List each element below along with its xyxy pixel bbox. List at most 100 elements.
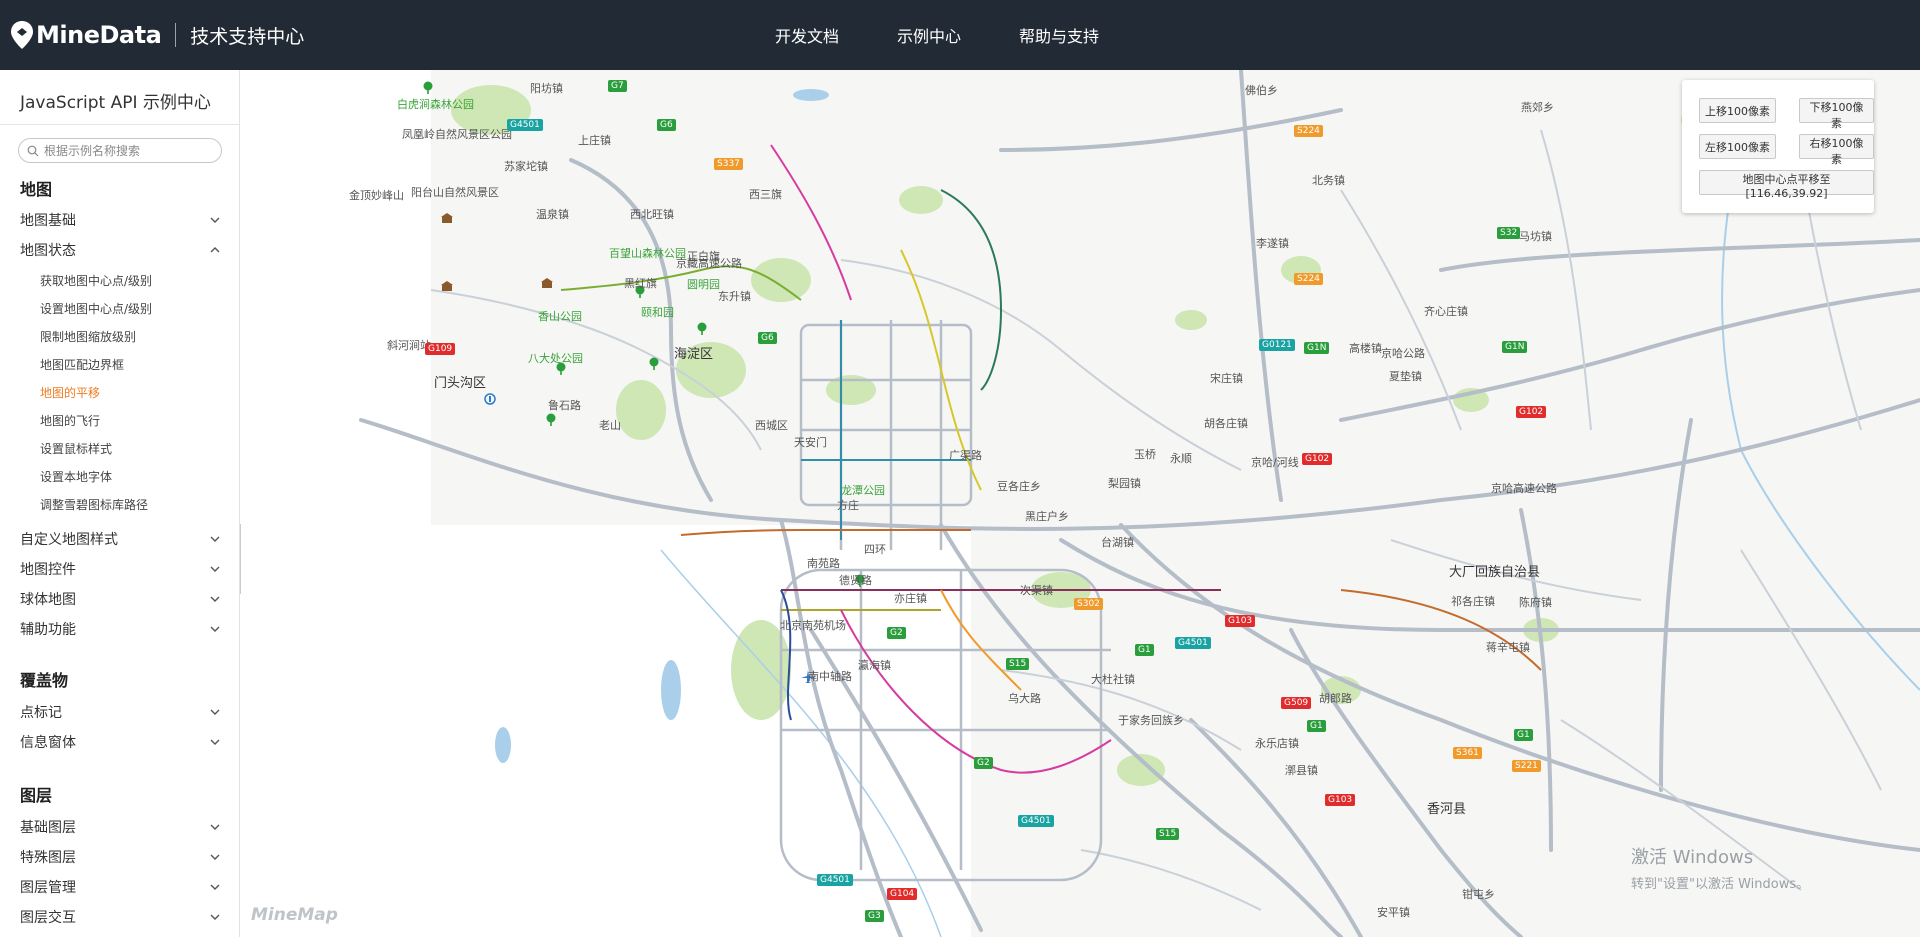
section-title-overlays: 覆盖物 bbox=[20, 671, 69, 690]
example-limit-zoom[interactable]: 限制地图缩放级别 bbox=[40, 328, 136, 345]
map-place-label: 香山公园 bbox=[538, 310, 582, 323]
nav-help[interactable]: 帮助与支持 bbox=[1019, 23, 1099, 47]
category-label: 基础图层 bbox=[20, 820, 76, 836]
category-helpers[interactable]: 辅助功能 bbox=[20, 619, 220, 639]
map-place-label: 海淀区 bbox=[674, 347, 714, 362]
map-place-label: 李遂镇 bbox=[1256, 237, 1289, 250]
road-shield: G0121 bbox=[1259, 339, 1295, 351]
map-place-label: 四环 bbox=[864, 543, 886, 556]
map-place-label: 台湖镇 bbox=[1101, 536, 1134, 549]
pan-left-button[interactable]: 左移100像素 bbox=[1699, 134, 1776, 159]
map-place-label: 漷县镇 bbox=[1285, 764, 1318, 777]
example-cursor-style[interactable]: 设置鼠标样式 bbox=[40, 440, 112, 457]
pan-control-panel: 上移100像素 下移100像素 左移100像素 右移100像素 地图中心点平移至… bbox=[1682, 80, 1874, 213]
map-place-label: 胡各庄镇 bbox=[1204, 417, 1248, 430]
example-local-font[interactable]: 设置本地字体 bbox=[40, 468, 112, 485]
logo[interactable]: MineData 技术支持中心 bbox=[10, 18, 304, 52]
map-place-label: 亦庄镇 bbox=[894, 592, 927, 605]
example-fly[interactable]: 地图的飞行 bbox=[40, 412, 100, 429]
section-title-layers: 图层 bbox=[20, 786, 53, 805]
chevron-up-icon bbox=[210, 247, 220, 253]
category-markers[interactable]: 点标记 bbox=[20, 702, 220, 722]
map-place-label: 百望山森林公园 bbox=[609, 247, 686, 260]
road-shield: G4501 bbox=[817, 874, 853, 886]
road-shield: G6 bbox=[657, 119, 676, 131]
map-place-label: 蒋辛屯镇 bbox=[1486, 641, 1530, 654]
park-icon bbox=[649, 357, 659, 370]
category-label: 特殊图层 bbox=[20, 850, 76, 866]
map-place-label: 西三旗 bbox=[749, 188, 782, 201]
example-sprite-path[interactable]: 调整雪碧图标库路径 bbox=[40, 496, 148, 513]
chevron-down-icon bbox=[210, 566, 220, 572]
map-place-label: 永乐店镇 bbox=[1255, 737, 1299, 750]
pan-right-button[interactable]: 右移100像素 bbox=[1799, 134, 1874, 166]
example-fit-bounds[interactable]: 地图匹配边界框 bbox=[40, 356, 124, 373]
pan-up-button[interactable]: 上移100像素 bbox=[1699, 98, 1776, 123]
map-place-label: 天安门 bbox=[794, 436, 827, 449]
nav-dev-docs[interactable]: 开发文档 bbox=[775, 23, 839, 47]
chevron-down-icon bbox=[210, 709, 220, 715]
map-place-label: 方庄 bbox=[837, 499, 859, 512]
search-input[interactable] bbox=[44, 143, 214, 158]
example-pan-active[interactable]: 地图的平移 bbox=[40, 384, 100, 401]
category-base-layers[interactable]: 基础图层 bbox=[20, 817, 220, 837]
site-subtitle: 技术支持中心 bbox=[190, 25, 305, 48]
road-shield: G509 bbox=[1281, 697, 1312, 709]
map-place-label: 豆各庄乡 bbox=[997, 480, 1041, 493]
map-place-label: 夏垫镇 bbox=[1389, 370, 1422, 383]
map-place-label: 京哈高速公路 bbox=[1491, 482, 1557, 495]
map-place-label: 圆明园 bbox=[687, 278, 720, 291]
map-place-label: 门头沟区 bbox=[434, 376, 487, 391]
category-info-window[interactable]: 信息窗体 bbox=[20, 732, 220, 752]
railway-station-icon bbox=[484, 393, 496, 405]
category-map-basics[interactable]: 地图基础 bbox=[20, 210, 220, 230]
map-place-label: 凤凰岭自然风景区公园 bbox=[402, 128, 512, 141]
map-place-label: 苏家坨镇 bbox=[504, 160, 548, 173]
pan-to-center-button[interactable]: 地图中心点平移至[116.46,39.92] bbox=[1699, 170, 1874, 200]
category-layer-interaction[interactable]: 图层交互 bbox=[20, 907, 220, 927]
map-place-label: 南苑路 bbox=[807, 557, 840, 570]
map-place-label: 梨园镇 bbox=[1108, 477, 1141, 490]
search-icon bbox=[27, 145, 39, 156]
landmark-icon bbox=[541, 278, 553, 288]
section-title-map: 地图 bbox=[20, 180, 53, 199]
category-globe-map[interactable]: 球体地图 bbox=[20, 589, 220, 609]
map-canvas[interactable]: 白虎涧森林公园 阳坊镇 凤凰岭自然风景区公园 上庄镇 苏家坨镇 金顶妙峰山 阳台… bbox=[241, 70, 1920, 937]
park-icon bbox=[423, 81, 433, 94]
example-set-center[interactable]: 设置地图中心点/级别 bbox=[40, 300, 152, 317]
category-label: 图层交互 bbox=[20, 910, 76, 926]
nav-examples[interactable]: 示例中心 bbox=[897, 23, 961, 47]
road-shield: G6 bbox=[758, 332, 777, 344]
map-place-label: 燕郊乡 bbox=[1521, 101, 1554, 114]
map-place-label: 北务镇 bbox=[1312, 174, 1345, 187]
category-special-layers[interactable]: 特殊图层 bbox=[20, 847, 220, 867]
category-custom-style[interactable]: 自定义地图样式 bbox=[20, 529, 220, 549]
map-place-label: 八大处公园 bbox=[528, 352, 583, 365]
map-place-label: 大杜社镇 bbox=[1091, 673, 1135, 686]
minemap-watermark: MineMap bbox=[251, 905, 338, 925]
category-map-state[interactable]: 地图状态 bbox=[20, 240, 220, 260]
example-get-center[interactable]: 获取地图中心点/级别 bbox=[40, 272, 152, 289]
sidebar-divider bbox=[0, 124, 239, 125]
windows-activation-watermark: 激活 Windows 转到"设置"以激活 Windows。 bbox=[1631, 843, 1809, 892]
search-box[interactable] bbox=[18, 138, 222, 163]
map-place-label: 上庄镇 bbox=[578, 134, 611, 147]
map-place-label: 胡郎路 bbox=[1319, 692, 1352, 705]
map-place-label: 京哈公路 bbox=[1381, 347, 1425, 360]
pan-down-button[interactable]: 下移100像素 bbox=[1799, 98, 1874, 130]
map-place-label: 龙潭公园 bbox=[841, 484, 885, 497]
map-place-label: 祁各庄镇 bbox=[1451, 595, 1495, 608]
windows-activation-line2: 转到"设置"以激活 Windows。 bbox=[1631, 877, 1810, 892]
map-place-label: 白虎涧森林公园 bbox=[397, 98, 474, 111]
road-shield: S302 bbox=[1074, 598, 1103, 610]
category-layer-management[interactable]: 图层管理 bbox=[20, 877, 220, 897]
logo-pin-icon bbox=[11, 21, 33, 49]
road-shield: S337 bbox=[714, 158, 743, 170]
road-shield: S224 bbox=[1294, 125, 1323, 137]
chevron-down-icon bbox=[210, 536, 220, 542]
road-shield: G1 bbox=[1307, 720, 1326, 732]
map-place-label: 黑庄户乡 bbox=[1025, 510, 1069, 523]
road-shield: G7 bbox=[608, 80, 627, 92]
category-map-controls[interactable]: 地图控件 bbox=[20, 559, 220, 579]
map-place-label: 京哈/河线 bbox=[1251, 456, 1299, 469]
